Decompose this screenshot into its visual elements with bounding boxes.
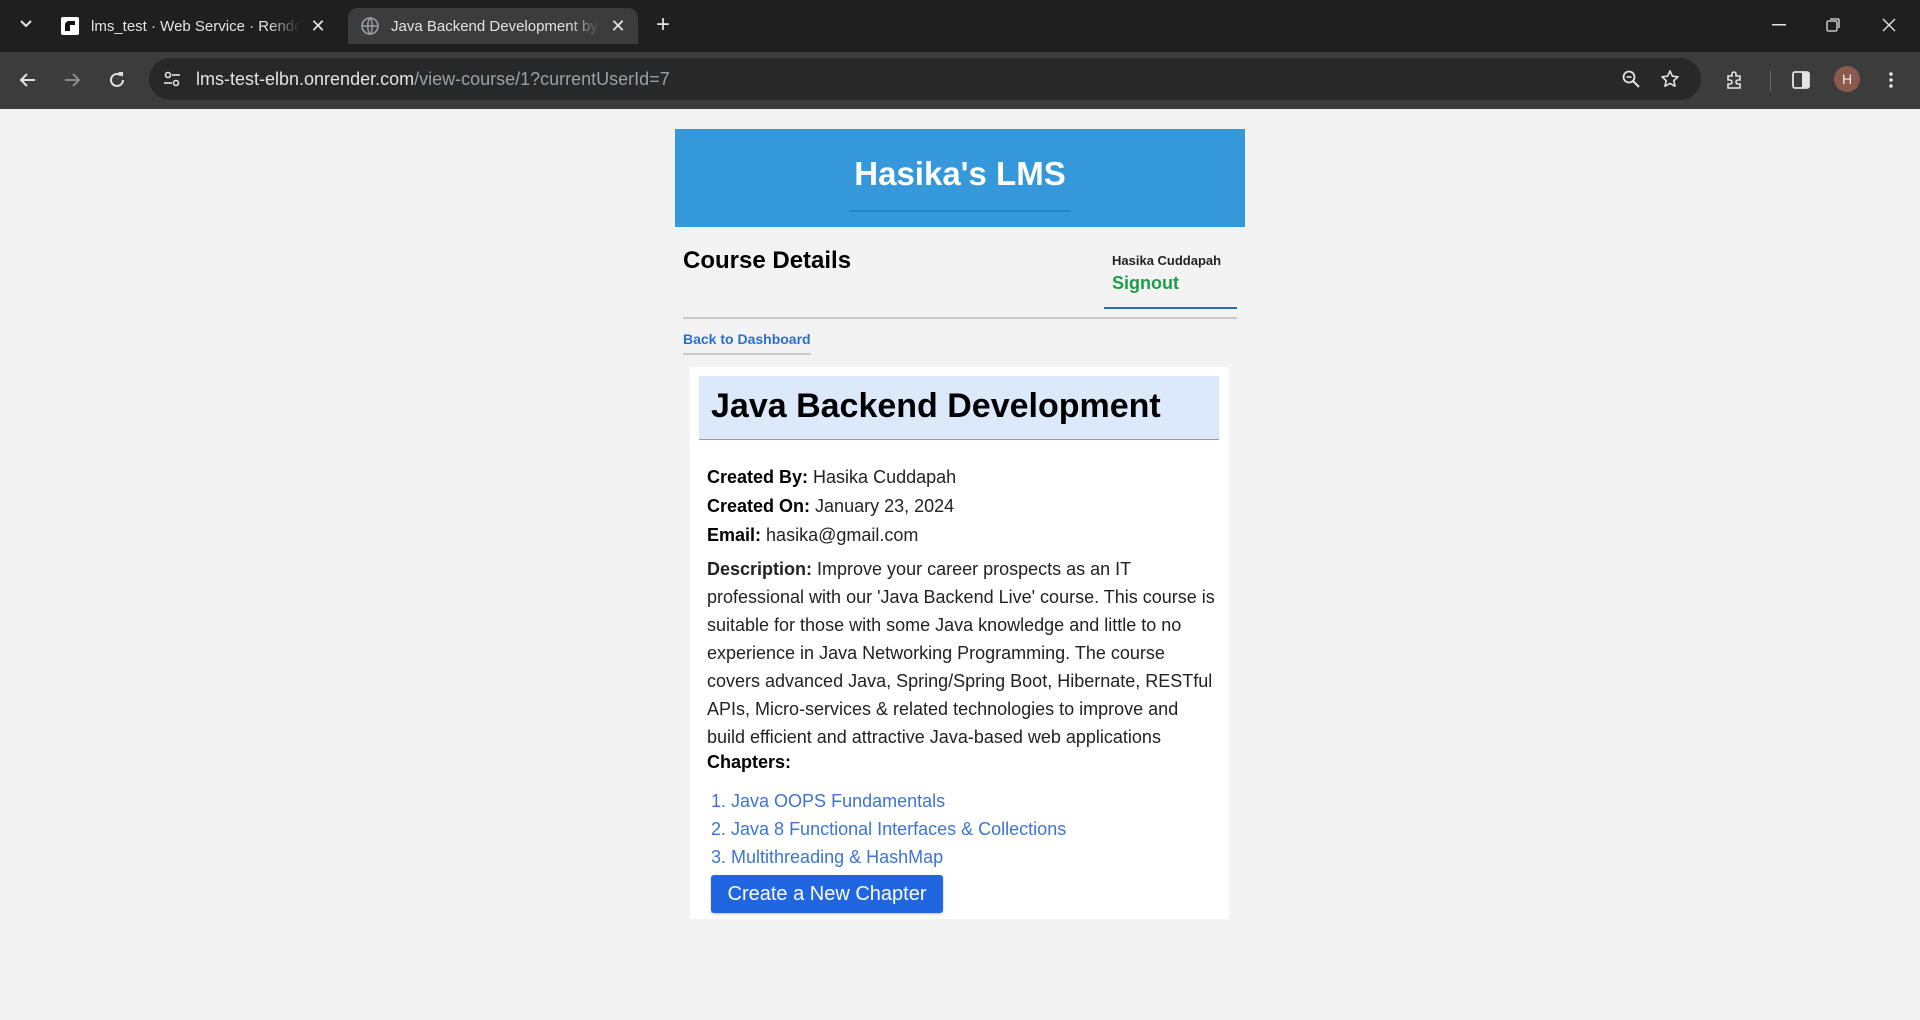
chapter-list: 1. Java OOPS Fundamentals 2. Java 8 Func… (711, 787, 1066, 871)
description-label: Description: (707, 559, 813, 579)
chapter-number: 3. (711, 847, 727, 867)
chapter-item: 3. Multithreading & HashMap (711, 843, 1066, 871)
url-host: lms-test-elbn.onrender.com (196, 69, 415, 89)
globe-icon (361, 17, 379, 35)
url-path: /view-course/1?currentUserId=7 (414, 69, 670, 89)
back-link-underline (683, 353, 811, 355)
back-arrow-icon[interactable] (12, 64, 44, 96)
render-favicon-icon (61, 17, 79, 35)
created-by-field: Created By: Hasika Cuddapah (707, 463, 956, 491)
forward-arrow-icon[interactable] (56, 64, 88, 96)
close-tab-icon[interactable]: ✕ (306, 14, 330, 38)
site-settings-icon[interactable] (161, 68, 183, 90)
chapter-link[interactable]: Multithreading & HashMap (731, 847, 943, 867)
site-header: Hasika's LMS (675, 129, 1245, 227)
tab-strip: lms_test · Web Service · Render Dashboar… (0, 0, 1920, 52)
profile-avatar[interactable]: H (1834, 66, 1860, 92)
signout-link[interactable]: Signout (1112, 273, 1179, 294)
created-on-field: Created On: January 23, 2024 (707, 492, 954, 520)
create-chapter-button[interactable]: Create a New Chapter (711, 875, 943, 913)
restore-icon[interactable] (1816, 10, 1850, 40)
created-by-label: Created By: (707, 467, 809, 487)
course-title: Java Backend Development (711, 387, 1161, 425)
chapter-link[interactable]: Java 8 Functional Interfaces & Collectio… (731, 819, 1066, 839)
chapters-heading: Chapters: (707, 752, 792, 772)
site-brand: Hasika's LMS (854, 155, 1066, 192)
description-value: Improve your career prospects as an IT p… (707, 559, 1215, 747)
tab-title: Java Backend Development by Hasika (391, 17, 600, 35)
tab-render-dashboard[interactable]: lms_test · Web Service · Render Dashboar… (48, 8, 338, 44)
created-by-value: Hasika Cuddapah (813, 467, 957, 487)
chapter-number: 2. (711, 819, 727, 839)
email-field: Email: hasika@gmail.com (707, 521, 918, 549)
more-menu-icon[interactable] (1875, 64, 1907, 96)
page-viewport: Hasika's LMS Course Details Hasika Cudda… (0, 109, 1920, 1020)
email-label: Email: (707, 525, 762, 545)
page-title: Course Details (683, 247, 852, 274)
new-tab-plus-icon[interactable]: + (650, 11, 676, 38)
user-name: Hasika Cuddapah (1112, 253, 1222, 268)
tab-search-chevron-icon[interactable] (14, 12, 38, 36)
description-field: Description: Improve your career prospec… (707, 555, 1215, 751)
tab-title: lms_test · Web Service · Render Dashboar… (91, 17, 300, 35)
chapter-item: 2. Java 8 Functional Interfaces & Collec… (711, 815, 1066, 843)
signout-underline (1104, 307, 1237, 309)
browser-toolbar: lms-test-elbn.onrender.com/view-course/1… (0, 52, 1920, 109)
address-bar[interactable]: lms-test-elbn.onrender.com/view-course/1… (149, 58, 1701, 100)
brand-underline (849, 210, 1071, 212)
course-card: Java Backend Development Created By: Has… (690, 367, 1229, 919)
chapter-item: 1. Java OOPS Fundamentals (711, 787, 1066, 815)
close-window-icon[interactable] (1872, 10, 1906, 40)
tab-course-page[interactable]: Java Backend Development by Hasika ✕ (348, 8, 638, 44)
chapter-link[interactable]: Java OOPS Fundamentals (731, 791, 945, 811)
email-value: hasika@gmail.com (766, 525, 919, 545)
course-title-banner: Java Backend Development (699, 376, 1219, 440)
reload-icon[interactable] (101, 64, 133, 96)
url-text[interactable]: lms-test-elbn.onrender.com/view-course/1… (196, 69, 670, 90)
created-on-value: January 23, 2024 (815, 496, 955, 516)
created-on-label: Created On: (707, 496, 811, 516)
close-tab-icon[interactable]: ✕ (606, 14, 630, 38)
zoom-icon[interactable] (1619, 67, 1643, 91)
header-divider (683, 317, 1237, 319)
bookmark-star-icon[interactable] (1658, 67, 1682, 91)
toolbar-separator (1770, 71, 1771, 91)
chapter-number: 1. (711, 791, 727, 811)
back-to-dashboard-link[interactable]: Back to Dashboard (683, 331, 811, 347)
side-panel-icon[interactable] (1785, 64, 1817, 96)
minimize-icon[interactable] (1762, 10, 1796, 40)
extensions-puzzle-icon[interactable] (1719, 64, 1751, 96)
